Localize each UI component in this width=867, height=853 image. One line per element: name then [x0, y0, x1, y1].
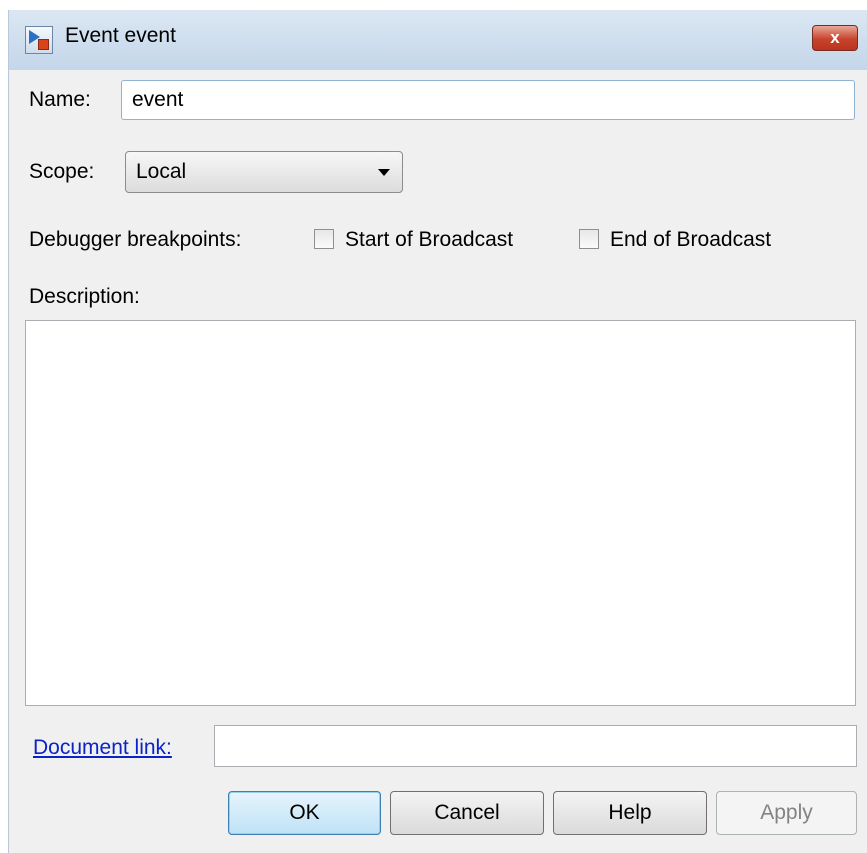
scope-selected-value: Local [136, 160, 187, 183]
start-of-broadcast-checkbox[interactable] [314, 229, 334, 249]
scope-label: Scope: [29, 160, 95, 183]
description-textarea[interactable] [25, 320, 856, 706]
close-button[interactable]: x [812, 25, 858, 51]
debugger-breakpoints-label: Debugger breakpoints: [29, 228, 242, 251]
name-label: Name: [29, 88, 91, 111]
cancel-button[interactable]: Cancel [390, 791, 544, 835]
ok-button[interactable]: OK [228, 791, 381, 835]
description-label: Description: [29, 285, 140, 308]
end-of-broadcast-label[interactable]: End of Broadcast [610, 228, 771, 252]
document-link[interactable]: Document link: [33, 736, 172, 760]
name-input[interactable] [121, 80, 855, 120]
dialog-window: Event event x Name: Scope: Local Debugge… [8, 10, 867, 853]
chevron-down-icon [378, 169, 390, 176]
help-button[interactable]: Help [553, 791, 707, 835]
close-icon: x [830, 28, 840, 47]
scope-dropdown[interactable]: Local [125, 151, 403, 193]
red-square-shape [38, 39, 49, 50]
end-of-broadcast-checkbox[interactable] [579, 229, 599, 249]
stateflow-event-icon [25, 26, 53, 54]
apply-button: Apply [716, 791, 857, 835]
title-bar[interactable]: Event event x [9, 10, 867, 70]
window-title: Event event [65, 24, 176, 47]
document-link-input[interactable] [214, 725, 857, 767]
start-of-broadcast-label[interactable]: Start of Broadcast [345, 228, 513, 252]
